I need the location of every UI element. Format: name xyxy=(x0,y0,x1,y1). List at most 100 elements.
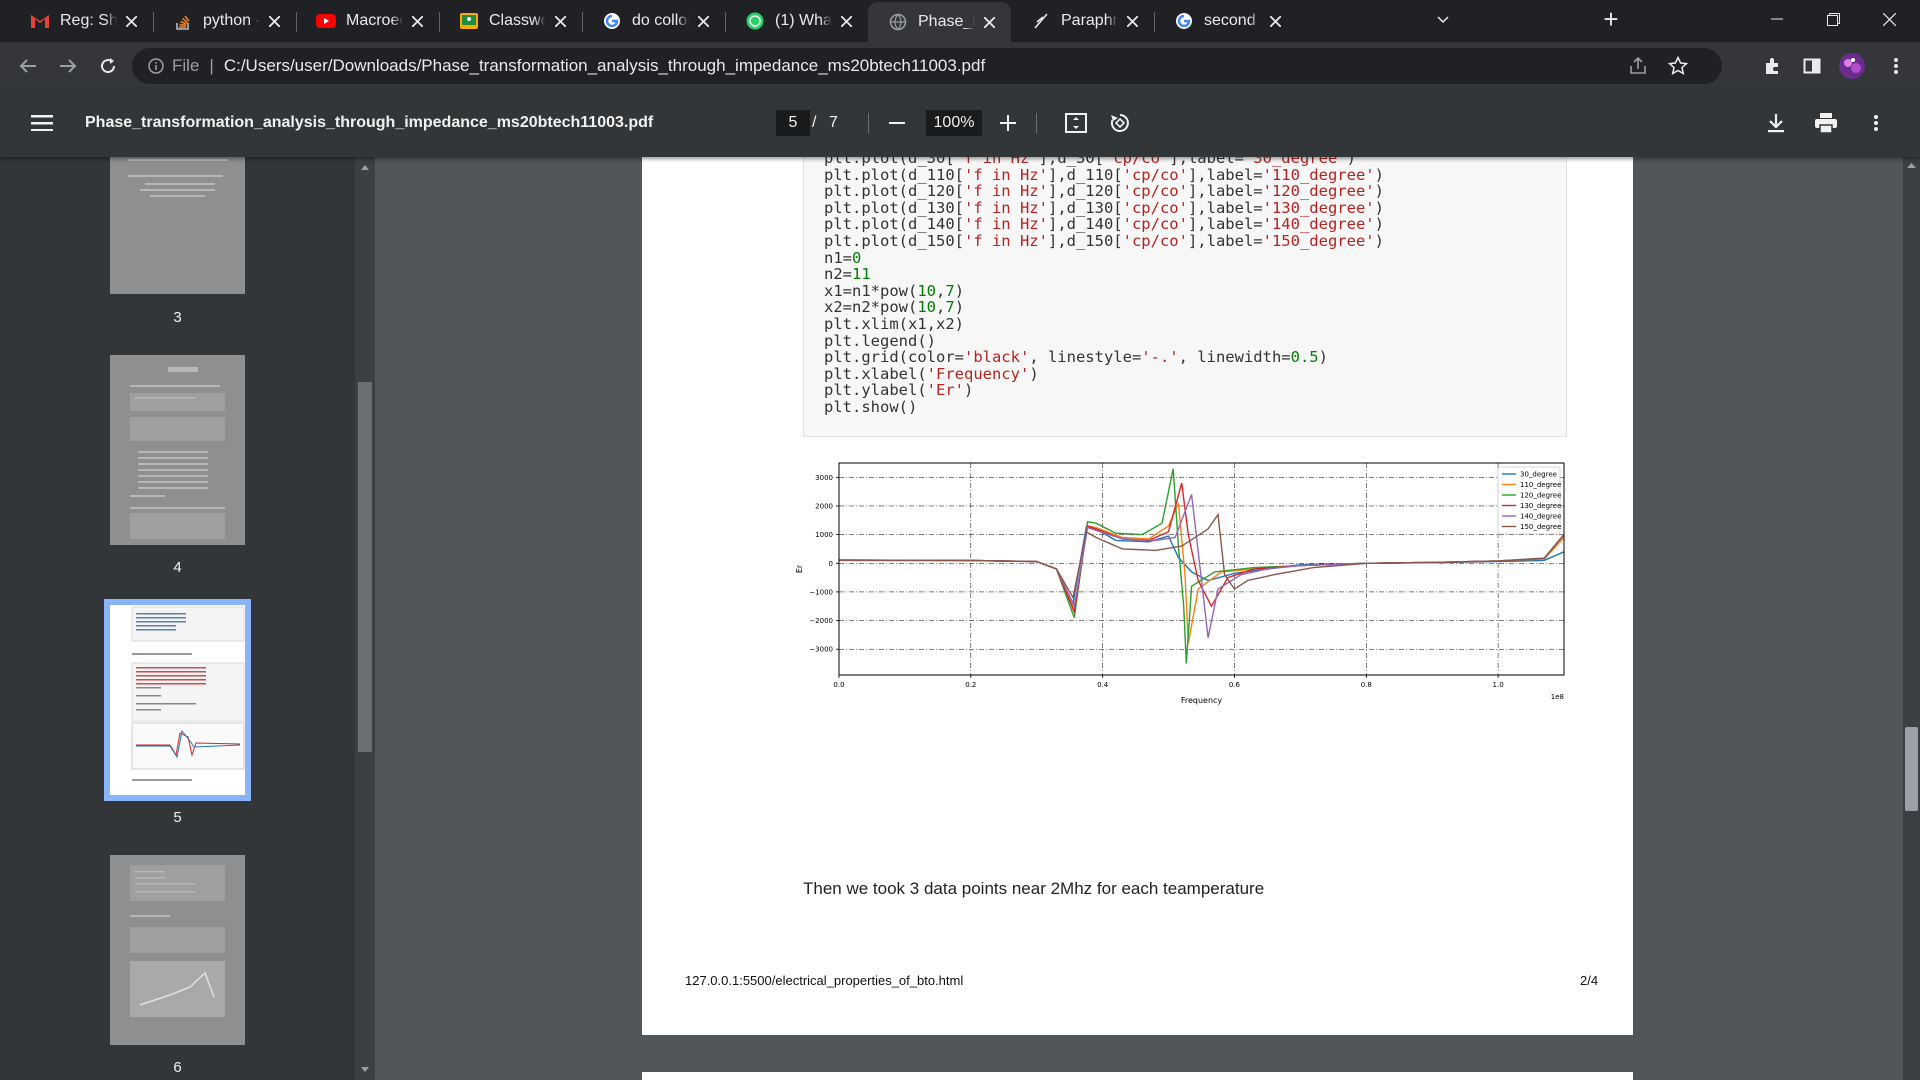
rotate-icon[interactable] xyxy=(1100,89,1140,157)
back-icon[interactable] xyxy=(8,42,48,89)
page-thumbnail-5[interactable] xyxy=(104,599,251,801)
code-line: x2=n2*pow(10,7) xyxy=(824,298,965,317)
legend-label: 30_degree xyxy=(1520,471,1557,479)
body-paragraph: Then we took 3 data points near 2Mhz for… xyxy=(803,879,1265,898)
plot-frame xyxy=(838,462,1565,676)
page-footer-url: 127.0.0.1:5500/electrical_properties_of_… xyxy=(685,973,964,988)
tab-search-icon[interactable] xyxy=(1420,0,1466,38)
close-tab-icon[interactable] xyxy=(121,11,141,31)
extensions-puzzle-icon[interactable] xyxy=(1752,42,1792,89)
close-tab-icon[interactable] xyxy=(407,11,427,31)
page-thumbnail-3[interactable] xyxy=(110,157,245,294)
minimize-button[interactable] xyxy=(1754,0,1800,38)
chrome-menu-icon[interactable] xyxy=(1876,42,1916,89)
browser-tab[interactable]: second order xyxy=(1154,0,1297,42)
close-tab-icon[interactable] xyxy=(1265,11,1285,31)
y-tick-label: −3000 xyxy=(809,646,833,654)
close-tab-icon[interactable] xyxy=(836,11,856,31)
url-scheme: File xyxy=(172,56,200,75)
side-panel-icon[interactable] xyxy=(1792,42,1832,89)
series-line-110_degree xyxy=(838,502,1565,644)
pdf-viewer: plt.plot(d_30['f in Hz'],d_30['cp/co'],l… xyxy=(375,157,1903,1080)
page-number-input[interactable]: 5 xyxy=(776,110,810,136)
browser-tab[interactable]: Paraphrasing xyxy=(1011,0,1154,42)
series-line-130_degree xyxy=(838,482,1565,615)
legend-label: 140_degree xyxy=(1520,513,1561,521)
x-axis-label: Frequency xyxy=(1181,696,1223,705)
tab-title: Classwork xyxy=(489,12,546,29)
x-tick-label: 1.0 xyxy=(1493,681,1504,689)
sidebar-scrollbar[interactable] xyxy=(355,157,375,1080)
legend-label: 150_degree xyxy=(1520,523,1561,531)
new-tab-button[interactable]: + xyxy=(1588,0,1634,38)
google-icon xyxy=(602,11,622,31)
plot-series xyxy=(838,468,1565,664)
profile-avatar[interactable] xyxy=(1832,42,1872,89)
url-divider: | xyxy=(209,56,214,75)
gmail-icon xyxy=(30,11,50,31)
zoom-out-icon[interactable] xyxy=(877,89,917,157)
fit-to-page-icon[interactable] xyxy=(1056,89,1096,157)
toolbar-divider xyxy=(868,113,869,133)
pdf-title: Phase_transformation_analysis_through_im… xyxy=(85,114,654,131)
legend-label: 120_degree xyxy=(1520,492,1561,500)
viewer-scrollbar[interactable] xyxy=(1903,157,1920,1080)
stackoverflow-icon xyxy=(173,11,193,31)
close-tab-icon[interactable] xyxy=(550,11,570,31)
toolbar-divider xyxy=(1036,113,1037,133)
tab-title: Paraphrasing xyxy=(1061,12,1118,29)
browser-tab[interactable]: Reg: Shortlisting xyxy=(10,0,153,42)
plot-grid xyxy=(838,463,1564,675)
close-window-button[interactable] xyxy=(1866,0,1912,38)
page-thumbnail-number: 5 xyxy=(173,809,182,826)
browser-toolbar: File | C:/Users/user/Downloads/Phase_tra… xyxy=(0,42,1920,89)
close-tab-icon[interactable] xyxy=(979,12,999,32)
youtube-icon xyxy=(316,11,336,31)
code-line: plt.xlim(x1,x2) xyxy=(824,315,964,333)
google-icon xyxy=(1174,11,1194,31)
close-tab-icon[interactable] xyxy=(1122,11,1142,31)
zoom-in-icon[interactable] xyxy=(988,89,1028,157)
tab-title: do colloids se xyxy=(632,12,689,29)
thumbnail-sidebar: 3 4 5 6 xyxy=(0,157,355,1080)
zoom-level-input[interactable]: 100% xyxy=(926,110,982,136)
sidebar-menu-icon[interactable] xyxy=(22,89,62,157)
y-tick-labels: 3000 2000 1000 0 −1000 −2000 −3000 xyxy=(809,474,839,654)
restore-button[interactable] xyxy=(1810,0,1856,38)
pdf-next-page xyxy=(642,1072,1633,1080)
share-icon[interactable] xyxy=(1628,56,1648,76)
address-bar[interactable]: File | C:/Users/user/Downloads/Phase_tra… xyxy=(132,48,1722,84)
legend-label: 110_degree xyxy=(1520,481,1561,489)
y-axis-label: Er xyxy=(795,564,804,573)
sidebar-scroll-thumb[interactable] xyxy=(358,382,372,752)
close-tab-icon[interactable] xyxy=(264,11,284,31)
info-icon[interactable] xyxy=(148,58,164,74)
download-icon[interactable] xyxy=(1756,89,1796,157)
y-tick-label: −2000 xyxy=(809,617,833,625)
x-tick-label: 0.2 xyxy=(965,681,976,689)
reload-icon[interactable] xyxy=(88,42,128,89)
more-options-icon[interactable] xyxy=(1856,89,1896,157)
code-line: plt.plot(d_110['f in Hz'],d_110['cp/co']… xyxy=(824,165,1384,184)
close-tab-icon[interactable] xyxy=(693,11,713,31)
page-thumbnail-4[interactable] xyxy=(110,355,245,545)
y-tick-label: 0 xyxy=(829,560,833,568)
tab-title: Macroeconomics xyxy=(346,12,403,29)
browser-tab[interactable]: (1) WhatsApp xyxy=(725,0,868,42)
page-thumbnail-6[interactable] xyxy=(110,855,245,1045)
bookmark-star-icon[interactable] xyxy=(1668,56,1688,76)
forward-icon[interactable] xyxy=(48,42,88,89)
x-tick-label: 0.6 xyxy=(1229,681,1241,689)
browser-tab[interactable]: do colloids se xyxy=(582,0,725,42)
browser-tab[interactable]: Macroeconomics xyxy=(296,0,439,42)
viewer-scroll-thumb[interactable] xyxy=(1905,727,1918,811)
browser-tab[interactable]: Phase_transfor xyxy=(868,2,1011,42)
page-separator: / xyxy=(812,114,817,131)
quill-icon xyxy=(1031,11,1051,31)
code-line: x1=n1*pow(10,7) xyxy=(824,281,965,300)
print-icon[interactable] xyxy=(1806,89,1846,157)
page-thumbnail-number: 3 xyxy=(173,309,182,326)
browser-tab[interactable]: Classwork xyxy=(439,0,582,42)
browser-tab[interactable]: python - Type xyxy=(153,0,296,42)
series-line-120_degree xyxy=(838,468,1565,664)
